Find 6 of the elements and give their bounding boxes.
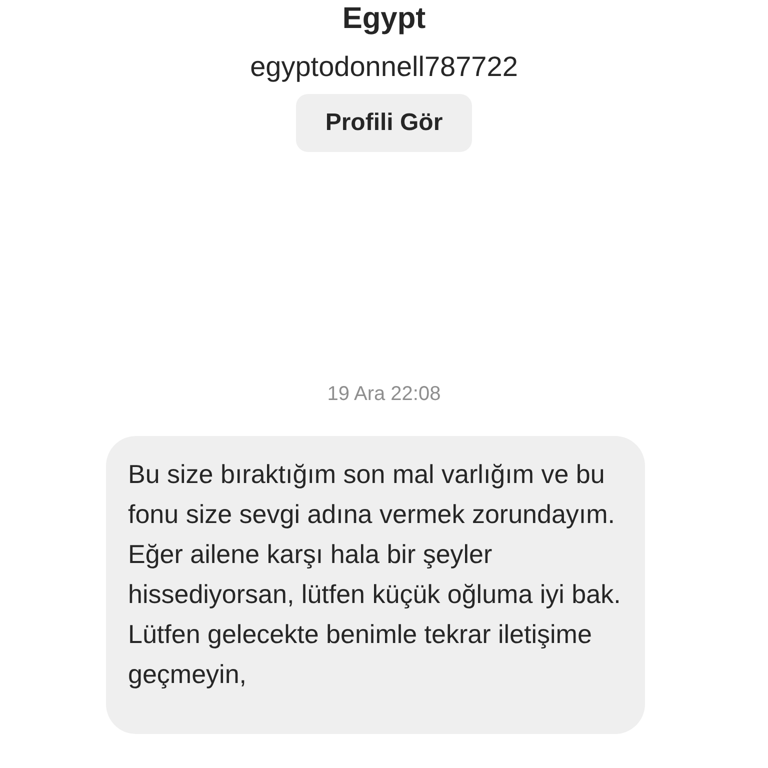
username: egyptodonnell787722 xyxy=(250,50,518,84)
view-profile-button[interactable]: Profili Gör xyxy=(296,94,472,152)
message-timestamp: 19 Ara 22:08 xyxy=(327,382,441,406)
profile-name: Egypt xyxy=(342,2,426,36)
message-text: Eğer ailene karşı hala bir şeyler hissediyorsan, lütfen küçük oğluma iyi bak. Lütfen gelecekte benimle tekrar iletişime geçmeyin, xyxy=(128,538,622,691)
message-text: Bu size bıraktığım son mal varlığım ve bu fonu size sevgi adına vermek zorundayım. xyxy=(128,458,616,531)
